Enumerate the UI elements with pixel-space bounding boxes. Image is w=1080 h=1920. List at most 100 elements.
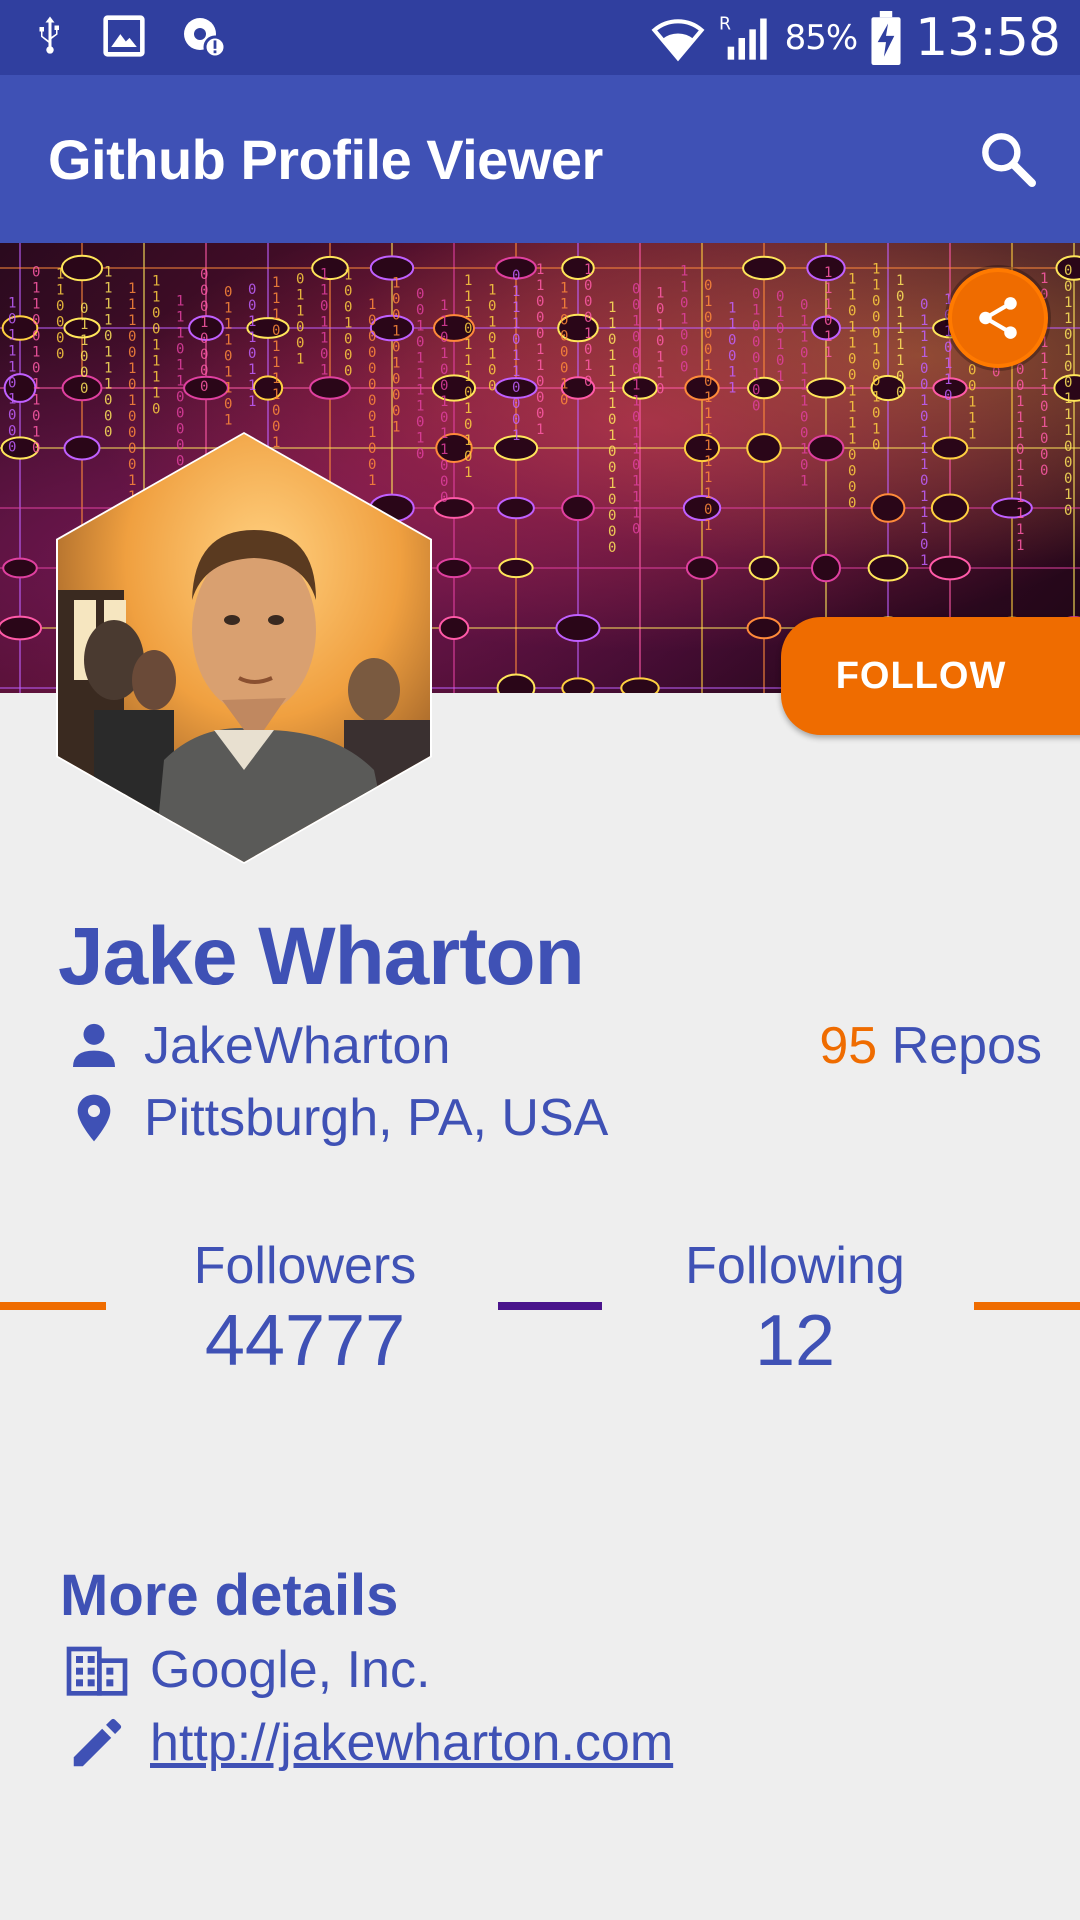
svg-text:0: 0 xyxy=(776,289,784,305)
svg-text:0: 0 xyxy=(848,447,856,463)
svg-text:1: 1 xyxy=(32,297,40,313)
svg-text:0: 0 xyxy=(584,278,592,294)
location-pin-icon xyxy=(77,1094,111,1142)
website-link[interactable]: http://jakewharton.com xyxy=(150,1713,673,1773)
svg-text:0: 0 xyxy=(32,409,40,425)
search-button[interactable] xyxy=(976,127,1040,191)
svg-text:1: 1 xyxy=(632,378,640,394)
svg-text:1: 1 xyxy=(272,371,280,387)
svg-text:1: 1 xyxy=(176,357,184,373)
svg-text:1: 1 xyxy=(1016,394,1024,410)
svg-text:1: 1 xyxy=(896,353,904,369)
svg-text:0: 0 xyxy=(56,314,64,330)
svg-text:0: 0 xyxy=(848,495,856,511)
svg-text:1: 1 xyxy=(920,441,928,457)
svg-text:0: 0 xyxy=(680,328,688,344)
svg-text:0: 0 xyxy=(416,287,424,303)
svg-text:1: 1 xyxy=(488,282,496,298)
clock: 13:58 xyxy=(915,7,1061,68)
svg-text:0: 0 xyxy=(416,335,424,351)
svg-text:1: 1 xyxy=(296,288,304,304)
svg-text:0: 0 xyxy=(248,282,256,298)
svg-text:1: 1 xyxy=(248,362,256,378)
follow-button[interactable]: FOLLOW xyxy=(781,617,1080,735)
svg-text:1: 1 xyxy=(536,278,544,294)
svg-text:0: 0 xyxy=(8,376,16,392)
following-stat[interactable]: Following 12 xyxy=(620,1236,970,1382)
svg-text:1: 1 xyxy=(224,381,232,397)
svg-text:0: 0 xyxy=(728,333,736,349)
svg-text:1: 1 xyxy=(680,264,688,280)
svg-text:1: 1 xyxy=(1016,538,1024,554)
svg-text:0: 0 xyxy=(848,463,856,479)
svg-text:1: 1 xyxy=(8,344,16,360)
svg-text:0: 0 xyxy=(128,329,136,345)
svg-text:1: 1 xyxy=(128,393,136,409)
svg-text:1: 1 xyxy=(176,325,184,341)
edit-pencil-icon xyxy=(73,1718,122,1767)
svg-text:1: 1 xyxy=(584,358,592,374)
svg-text:1: 1 xyxy=(848,383,856,399)
avatar[interactable] xyxy=(54,430,434,866)
svg-text:1: 1 xyxy=(896,321,904,337)
svg-text:0: 0 xyxy=(344,299,352,315)
svg-text:1: 1 xyxy=(1016,426,1024,442)
svg-text:1: 1 xyxy=(440,298,448,314)
svg-text:1: 1 xyxy=(104,313,112,329)
wifi-icon xyxy=(651,18,705,61)
share-button[interactable] xyxy=(948,268,1048,368)
svg-text:1: 1 xyxy=(320,314,328,330)
svg-text:0: 0 xyxy=(608,332,616,348)
svg-text:0: 0 xyxy=(440,490,448,506)
followers-stat[interactable]: Followers 44777 xyxy=(130,1236,480,1382)
svg-text:1: 1 xyxy=(392,323,400,339)
svg-text:1: 1 xyxy=(248,330,256,346)
svg-text:1: 1 xyxy=(704,518,712,534)
svg-text:1: 1 xyxy=(872,389,880,405)
svg-text:1: 1 xyxy=(248,394,256,410)
svg-text:1: 1 xyxy=(1064,343,1072,359)
repos-count[interactable]: 95 Repos xyxy=(819,1016,1042,1076)
svg-text:0: 0 xyxy=(848,351,856,367)
svg-text:1: 1 xyxy=(848,415,856,431)
svg-text:1: 1 xyxy=(1040,367,1048,383)
svg-text:0: 0 xyxy=(1016,442,1024,458)
svg-text:1: 1 xyxy=(1064,311,1072,327)
svg-text:1: 1 xyxy=(464,401,472,417)
svg-text:0: 0 xyxy=(608,444,616,460)
followers-count: 44777 xyxy=(204,1301,406,1381)
svg-text:1: 1 xyxy=(176,309,184,325)
svg-text:1: 1 xyxy=(416,351,424,367)
svg-text:0: 0 xyxy=(176,405,184,421)
svg-text:1: 1 xyxy=(752,302,760,318)
share-icon xyxy=(979,297,1017,339)
svg-text:1: 1 xyxy=(128,297,136,313)
svg-text:0: 0 xyxy=(392,371,400,387)
svg-text:1: 1 xyxy=(1016,410,1024,426)
svg-text:0: 0 xyxy=(80,349,88,365)
svg-text:0: 0 xyxy=(272,323,280,339)
svg-text:1: 1 xyxy=(800,473,808,489)
svg-text:1: 1 xyxy=(560,377,568,393)
app-bar: Github Profile Viewer xyxy=(0,75,1080,243)
svg-text:1: 1 xyxy=(104,361,112,377)
svg-text:1: 1 xyxy=(872,341,880,357)
svg-text:0: 0 xyxy=(536,390,544,406)
svg-text:0: 0 xyxy=(872,309,880,325)
svg-text:1: 1 xyxy=(296,352,304,368)
svg-text:1: 1 xyxy=(152,354,160,370)
battery-charging-icon xyxy=(871,10,901,65)
svg-text:1: 1 xyxy=(320,362,328,378)
svg-text:0: 0 xyxy=(344,331,352,347)
svg-text:0: 0 xyxy=(824,313,832,329)
svg-text:1: 1 xyxy=(536,342,544,358)
svg-text:0: 0 xyxy=(56,330,64,346)
svg-text:1: 1 xyxy=(56,282,64,298)
svg-text:0: 0 xyxy=(656,301,664,317)
svg-text:1: 1 xyxy=(920,521,928,537)
svg-text:1: 1 xyxy=(632,314,640,330)
svg-text:0: 0 xyxy=(200,363,208,379)
svg-text:1: 1 xyxy=(464,433,472,449)
svg-text:1: 1 xyxy=(1064,487,1072,503)
svg-text:0: 0 xyxy=(680,344,688,360)
